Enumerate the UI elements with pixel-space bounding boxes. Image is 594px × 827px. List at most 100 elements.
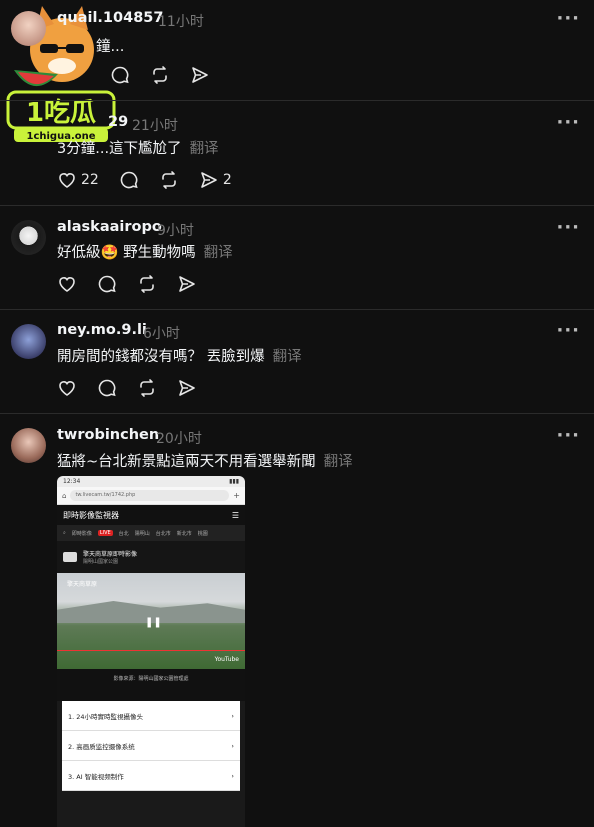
url-text: tw.livecam.tw/1742.php xyxy=(70,490,230,501)
more-icon[interactable]: ··· xyxy=(556,217,580,238)
avatar[interactable] xyxy=(11,324,46,359)
camera-sub: 陽明山國家公園 xyxy=(83,559,119,565)
video-description: 影像來源：陽明山國家公園管理處 xyxy=(57,669,245,701)
repost-button[interactable] xyxy=(159,170,179,190)
like-button[interactable] xyxy=(57,274,77,294)
avatar[interactable] xyxy=(11,11,46,46)
comment-icon xyxy=(98,379,116,397)
site-tab: 即時影像 xyxy=(71,530,92,537)
list-item: 2. 高画质监控摄像系统 › xyxy=(62,731,240,761)
site-tabs: ⌕ 即時影像 LIVE 台北 陽明山 台北市 新北市 桃園 xyxy=(57,525,245,541)
post-1: quail.104857 11小时 ··· 鐘... xyxy=(0,0,594,100)
share-icon xyxy=(179,276,195,292)
comment-icon xyxy=(120,171,138,189)
feature-list: 1. 24小時實時監視攝像头 › 2. 高画质监控摄像系统 › 3. AI 智能视频… xyxy=(62,701,240,791)
camera-name: 擎天崗草原即時影像 xyxy=(83,551,138,558)
avatar[interactable] xyxy=(11,220,46,255)
post-text: 好低級🤩 野生動物嗎 翻译 xyxy=(57,245,233,261)
plus-icon: + xyxy=(233,491,240,500)
like-button[interactable]: 22 xyxy=(57,170,99,190)
share-count: 2 xyxy=(222,172,232,188)
post-time: 20小时 xyxy=(156,431,202,447)
more-icon[interactable]: ··· xyxy=(556,320,580,341)
repost-icon xyxy=(162,171,176,189)
site-tab: 陽明山 xyxy=(134,530,150,537)
post-time: 9小时 xyxy=(157,223,194,239)
post-time: 11小时 xyxy=(158,14,204,30)
video-label: 擎天崗草原 xyxy=(67,581,98,588)
chevron-right-icon: › xyxy=(231,741,234,750)
comment-icon xyxy=(98,275,116,293)
phone-status-bar: 12:34 ▮▮▮ xyxy=(57,476,245,487)
comment-icon xyxy=(111,66,129,84)
pause-icon: ❚❚ xyxy=(145,617,162,628)
attached-image[interactable]: 12:34 ▮▮▮ ⌂ tw.livecam.tw/1742.php + 即時影像… xyxy=(57,476,245,827)
site-tab: 新北市 xyxy=(176,530,192,537)
repost-icon xyxy=(140,379,154,397)
site-header: 即時影像監視器 ☰ xyxy=(57,505,245,525)
action-bar: 22 2 xyxy=(57,170,252,190)
heart-icon xyxy=(59,277,75,292)
site-tab: 桃園 xyxy=(197,530,208,537)
action-bar xyxy=(57,274,217,294)
repost-icon xyxy=(153,66,167,84)
username[interactable]: ney.mo.9.li xyxy=(57,322,147,338)
post-4: ney.mo.9.li 6小时 ··· 開房間的錢都沒有嗎？ 丟臉到爆 翻译 xyxy=(0,310,594,413)
action-bar xyxy=(110,65,230,85)
list-item: 3. AI 智能视频制作 › xyxy=(62,761,240,791)
site-title: 即時影像監視器 xyxy=(63,510,119,520)
reply-button[interactable] xyxy=(97,378,117,398)
post-3: alaskaairopo 9小时 ··· 好低級🤩 野生動物嗎 翻译 xyxy=(0,206,594,309)
repost-button[interactable] xyxy=(137,274,157,294)
heart-icon xyxy=(59,173,75,188)
translate-link[interactable]: 翻译 xyxy=(273,349,302,365)
post-time: 21小时 xyxy=(132,118,178,134)
reply-button[interactable] xyxy=(97,274,117,294)
repost-button[interactable] xyxy=(137,378,157,398)
site-tab: 台北 xyxy=(118,530,129,537)
reply-button[interactable] xyxy=(119,170,139,190)
list-item: 1. 24小時實時監視攝像头 › xyxy=(62,701,240,731)
live-badge: LIVE xyxy=(97,530,113,536)
more-icon[interactable]: ··· xyxy=(556,112,580,133)
username[interactable]: quail.104857 xyxy=(57,10,163,26)
share-button[interactable] xyxy=(177,378,197,398)
repost-icon xyxy=(140,275,154,293)
camera-icon xyxy=(63,552,77,562)
like-count: 22 xyxy=(81,172,99,188)
translate-link[interactable]: 翻译 xyxy=(190,141,219,157)
youtube-label: YouTube xyxy=(214,656,239,663)
reply-button[interactable] xyxy=(110,65,130,85)
home-icon: ⌂ xyxy=(62,491,67,500)
post-text: 猛將~台北新景點這兩天不用看選舉新聞 翻译 xyxy=(57,454,353,470)
post-time: 6小时 xyxy=(143,326,180,342)
share-button[interactable]: 2 xyxy=(199,170,232,190)
translate-link[interactable]: 翻译 xyxy=(204,245,233,261)
like-button[interactable] xyxy=(57,378,77,398)
action-bar xyxy=(57,378,217,398)
browser-url-bar: ⌂ tw.livecam.tw/1742.php + xyxy=(57,487,245,505)
site-tab: 台北市 xyxy=(155,530,171,537)
avatar[interactable] xyxy=(11,428,46,463)
heart-icon xyxy=(59,381,75,396)
video-player: 擎天崗草原 ❚❚ YouTube xyxy=(57,573,245,669)
repost-button[interactable] xyxy=(150,65,170,85)
post-text: 開房間的錢都沒有嗎？ 丟臉到爆 翻译 xyxy=(57,349,302,365)
more-icon[interactable]: ··· xyxy=(556,8,580,29)
share-icon xyxy=(201,172,217,188)
share-button[interactable] xyxy=(190,65,210,85)
post-2: 29 21小时 ··· 3分鐘...這下尷尬了 翻译 22 2 xyxy=(0,101,594,205)
share-icon xyxy=(179,380,195,396)
username[interactable]: twrobinchen xyxy=(57,427,159,443)
translate-link[interactable]: 翻译 xyxy=(324,454,353,470)
post-text: 3分鐘...這下尷尬了 翻译 xyxy=(57,141,219,157)
more-icon[interactable]: ··· xyxy=(556,425,580,446)
post-text: 鐘... xyxy=(96,39,125,55)
chevron-right-icon: › xyxy=(231,771,234,780)
username[interactable]: alaskaairopo xyxy=(57,219,162,235)
video-progress xyxy=(57,650,245,651)
camera-header: 擎天崗草原即時影像 陽明山國家公園 xyxy=(57,541,245,573)
username[interactable]: 29 xyxy=(108,114,128,130)
share-icon xyxy=(192,67,208,83)
share-button[interactable] xyxy=(177,274,197,294)
